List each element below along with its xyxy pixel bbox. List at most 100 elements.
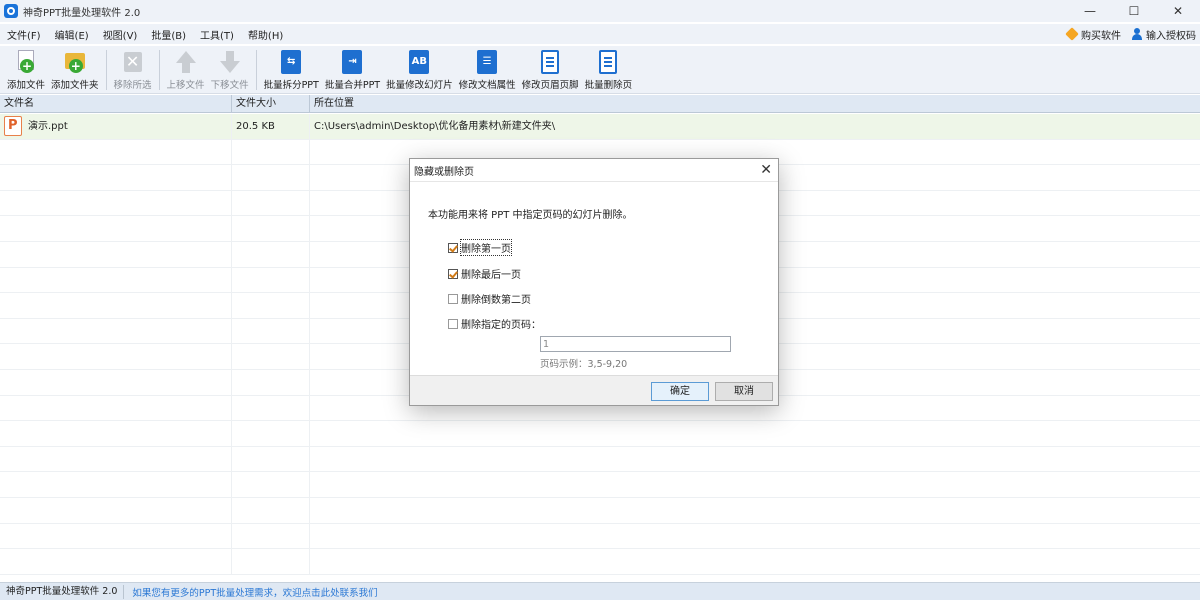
option-delete-second-last[interactable]: 删除倒数第二页 xyxy=(448,291,531,306)
checkbox-delete-second-last[interactable] xyxy=(448,293,458,304)
buy-software-link[interactable]: 购买软件 xyxy=(1065,27,1121,42)
menu-help[interactable]: 帮助(H) xyxy=(241,27,290,42)
move-down-label: 下移文件 xyxy=(210,80,249,91)
edit-header-footer-label: 修改页眉页脚 xyxy=(521,80,579,91)
checkbox-delete-first[interactable] xyxy=(448,242,458,253)
add-file-label: 添加文件 xyxy=(7,80,46,91)
move-up-label: 上移文件 xyxy=(166,80,205,91)
page-icon xyxy=(537,49,563,75)
add-file-button[interactable]: + 添加文件 xyxy=(4,46,48,91)
option-delete-last-label: 删除最后一页 xyxy=(461,270,521,281)
app-icon xyxy=(4,4,18,18)
window-controls: — ☐ ✕ xyxy=(1068,0,1200,22)
empty-row xyxy=(0,497,1200,524)
split-ppt-button[interactable]: ⇆ 批量拆分PPT xyxy=(261,46,322,91)
empty-row xyxy=(0,421,1200,447)
dialog-body: 本功能用来将 PPT 中指定页码的幻灯片删除。 删除第一页 删除最后一页 删除倒… xyxy=(410,181,778,375)
remove-icon: ✕ xyxy=(120,49,146,75)
column-filesize[interactable]: 文件大小 xyxy=(232,95,310,113)
checkbox-delete-specified[interactable] xyxy=(448,318,458,329)
option-delete-first-label: 删除第一页 xyxy=(460,239,512,256)
move-up-button[interactable]: 上移文件 xyxy=(164,46,208,91)
menu-batch[interactable]: 批量(B) xyxy=(144,27,193,42)
dialog-footer: 确定 取消 xyxy=(410,375,778,405)
add-folder-button[interactable]: + 添加文件夹 xyxy=(48,46,102,91)
edit-props-button[interactable]: ☰ 修改文档属性 xyxy=(456,46,519,91)
buy-software-label: 购买软件 xyxy=(1081,30,1121,42)
add-folder-icon: + xyxy=(62,49,88,75)
option-delete-first[interactable]: 删除第一页 xyxy=(448,239,512,256)
menu-right: 购买软件 输入授权码 xyxy=(1065,24,1196,44)
file-size-cell: 20.5 KB xyxy=(232,114,310,139)
contact-link[interactable]: 如果您有更多的PPT批量处理需求，欢迎点击此处联系我们 xyxy=(124,585,377,599)
menu-file[interactable]: 文件(F) xyxy=(0,27,48,42)
empty-row xyxy=(0,446,1200,473)
minimize-button[interactable]: — xyxy=(1068,0,1112,22)
edit-header-footer-button[interactable]: 修改页眉页脚 xyxy=(519,46,582,91)
option-delete-second-last-label: 删除倒数第二页 xyxy=(461,295,531,306)
toolbar-separator xyxy=(158,50,160,90)
file-name: 演示.ppt xyxy=(28,120,68,132)
status-bar: 神奇PPT批量处理软件 2.0 如果您有更多的PPT批量处理需求，欢迎点击此处联… xyxy=(0,582,1200,600)
empty-row xyxy=(0,549,1200,575)
toolbar-separator xyxy=(105,50,107,90)
move-down-button[interactable]: 下移文件 xyxy=(208,46,252,91)
window-title: 神奇PPT批量处理软件 2.0 xyxy=(23,7,141,19)
ok-button[interactable]: 确定 xyxy=(651,382,709,401)
document-lines-icon xyxy=(595,49,621,75)
file-path-cell: C:\Users\admin\Desktop\优化备用素材\新建文件夹\ xyxy=(314,121,556,132)
close-button[interactable]: ✕ xyxy=(1156,0,1200,22)
license-label: 输入授权码 xyxy=(1146,30,1196,42)
status-app-name: 神奇PPT批量处理软件 2.0 xyxy=(0,584,125,599)
split-icon: ⇆ xyxy=(278,49,304,75)
column-location[interactable]: 所在位置 xyxy=(310,95,1200,113)
license-link[interactable]: 输入授权码 xyxy=(1131,27,1196,42)
option-delete-specified[interactable]: 删除指定的页码： xyxy=(448,316,541,331)
title-bar: 神奇PPT批量处理软件 2.0 — ☐ ✕ xyxy=(0,0,1200,22)
menu-edit[interactable]: 编辑(E) xyxy=(48,27,96,42)
edit-props-label: 修改文档属性 xyxy=(458,80,516,91)
table-row[interactable]: 演示.ppt 20.5 KB C:\Users\admin\Desktop\优化… xyxy=(0,114,1200,140)
empty-row xyxy=(0,472,1200,498)
merge-ppt-button[interactable]: ⇥ 批量合并PPT xyxy=(322,46,383,91)
delete-pages-label: 批量删除页 xyxy=(584,80,633,91)
dialog-description: 本功能用来将 PPT 中指定页码的幻灯片删除。 xyxy=(428,210,633,221)
menu-view[interactable]: 视图(V) xyxy=(96,27,145,42)
file-list-header: 文件名 文件大小 所在位置 xyxy=(0,95,1200,113)
menu-bar: 文件(F) 编辑(E) 视图(V) 批量(B) 工具(T) 帮助(H) 购买软件… xyxy=(0,24,1200,44)
arrow-up-icon xyxy=(173,49,199,75)
delete-pages-button[interactable]: 批量删除页 xyxy=(582,46,636,91)
add-file-icon: + xyxy=(13,49,39,75)
option-delete-last[interactable]: 删除最后一页 xyxy=(448,266,521,281)
maximize-button[interactable]: ☐ xyxy=(1112,0,1156,22)
edit-slides-label: 批量修改幻灯片 xyxy=(386,80,453,91)
dialog-title: 隐藏或删除页 xyxy=(414,166,474,178)
merge-ppt-label: 批量合并PPT xyxy=(324,80,381,91)
dialog-title-bar: 隐藏或删除页 ✕ xyxy=(410,159,778,181)
page-numbers-hint: 页码示例：3,5-9,20 xyxy=(540,359,628,370)
merge-icon: ⇥ xyxy=(339,49,365,75)
remove-selected-button[interactable]: ✕ 移除所选 xyxy=(111,46,155,91)
cancel-button[interactable]: 取消 xyxy=(715,382,773,401)
user-icon xyxy=(1131,28,1143,40)
menu-tools[interactable]: 工具(T) xyxy=(193,27,241,42)
add-folder-label: 添加文件夹 xyxy=(51,80,99,91)
toolbar-separator xyxy=(255,50,257,90)
ab-icon: AB xyxy=(406,49,432,75)
file-name-cell: 演示.ppt xyxy=(0,114,232,139)
edit-slides-button[interactable]: AB 批量修改幻灯片 xyxy=(383,46,456,91)
empty-row xyxy=(0,523,1200,550)
delete-pages-dialog: 隐藏或删除页 ✕ 本功能用来将 PPT 中指定页码的幻灯片删除。 删除第一页 删… xyxy=(409,158,779,406)
list-icon: ☰ xyxy=(474,49,500,75)
column-filename[interactable]: 文件名 xyxy=(0,95,232,113)
dialog-close-icon[interactable]: ✕ xyxy=(760,161,772,179)
split-ppt-label: 批量拆分PPT xyxy=(263,80,319,91)
ppt-file-icon xyxy=(4,116,22,137)
page-numbers-input[interactable] xyxy=(540,336,731,352)
toolbar: + 添加文件 + 添加文件夹 ✕ 移除所选 上移文件 下移文件 ⇆ 批量拆分PP… xyxy=(0,46,1200,94)
remove-selected-label: 移除所选 xyxy=(113,80,152,91)
arrow-down-icon xyxy=(217,49,243,75)
checkbox-delete-last[interactable] xyxy=(448,268,458,279)
diamond-icon xyxy=(1065,27,1079,41)
option-delete-specified-label: 删除指定的页码： xyxy=(461,320,541,331)
